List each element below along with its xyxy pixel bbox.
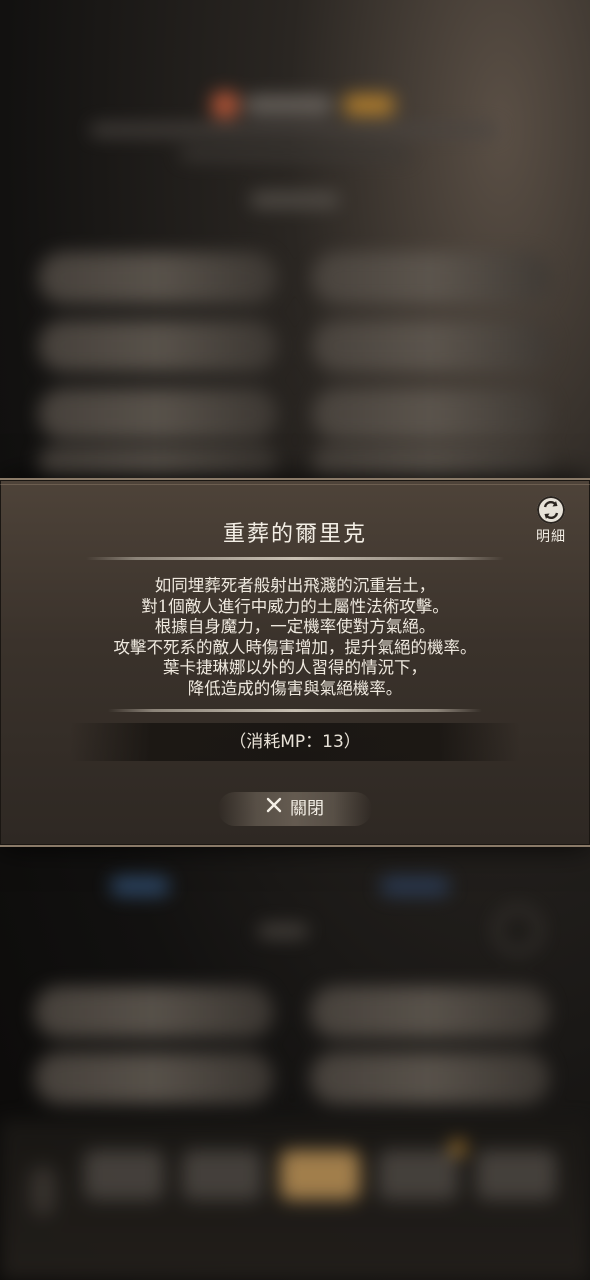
mp-cost: （消耗MP：13） — [70, 723, 520, 761]
description-line: 葉卡捷琳娜以外的人習得的情況下， — [163, 658, 427, 677]
description-line: 攻擊不死系的敵人時傷害增加，提升氣絕的機率。 — [113, 637, 477, 657]
close-button[interactable]: 關閉 — [218, 792, 372, 826]
description-line: 根據自身魔力，一定機率使對方氣絕。 — [154, 617, 436, 636]
divider-top — [86, 557, 504, 560]
description-line: 降低造成的傷害與氣絕機率。 — [187, 678, 403, 698]
skill-detail-dialog: 明細 重葬的爾里克 如同埋葬死者般射出飛濺的沉重岩土， 對1個敵人進行中威力的土… — [0, 478, 590, 847]
description-line: 對1個敵人進行中威力的土屬性法術攻擊。 — [141, 596, 449, 616]
skill-description: 如同埋葬死者般射出飛濺的沉重岩土， 對1個敵人進行中威力的土屬性法術攻擊。 根據… — [20, 576, 570, 699]
skill-title: 重葬的爾里克 — [222, 522, 367, 547]
game-screen: 明細 重葬的爾里克 如同埋葬死者般射出飛濺的沉重岩土， 對1個敵人進行中威力的土… — [0, 0, 590, 1280]
description-line: 如同埋葬死者般射出飛濺的沉重岩土， — [154, 576, 436, 595]
close-icon — [266, 791, 282, 825]
close-label: 關閉 — [290, 799, 324, 819]
divider-bottom — [108, 709, 482, 712]
